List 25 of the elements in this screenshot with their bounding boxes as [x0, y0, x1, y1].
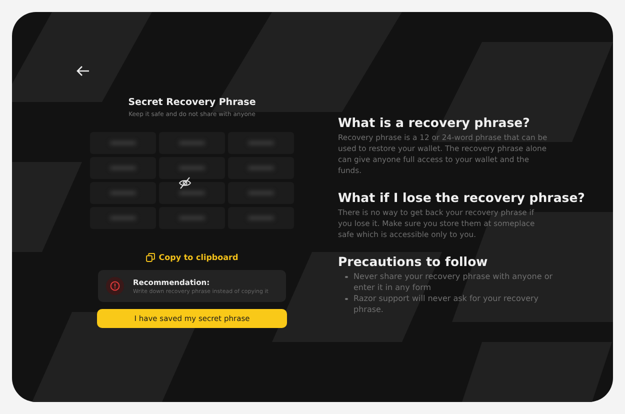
word-slot: [228, 132, 294, 154]
panel-title: Secret Recovery Phrase: [128, 97, 256, 108]
copy-icon: [146, 253, 155, 262]
back-button[interactable]: [76, 65, 90, 77]
bullet-icon: [345, 276, 348, 278]
word-slot: [90, 182, 156, 204]
word-slot: [90, 157, 156, 179]
word-slot: [90, 207, 156, 229]
section-heading: What is a recovery phrase?: [338, 115, 531, 130]
section-heading: What if I lose the recovery phrase?: [338, 190, 585, 205]
copy-button[interactable]: Copy to clipboard: [146, 253, 238, 262]
word-slot: [228, 182, 294, 204]
bullet-icon: [345, 298, 348, 300]
word-slot: [159, 182, 225, 204]
warning-icon: [106, 277, 124, 295]
word-slot: [159, 207, 225, 229]
hidden-eye-icon[interactable]: [178, 176, 192, 190]
word-slot: [159, 157, 225, 179]
word-slot: [90, 132, 156, 154]
bullet-text: Razor support will never ask for your recovery phrase.: [354, 293, 540, 315]
word-slot: [159, 132, 225, 154]
word-slot: [228, 157, 294, 179]
word-slot: [228, 207, 294, 229]
section-heading: Precautions to follow: [338, 254, 489, 269]
bullet-text: Never share your recovery phrase with anyone or enter it in any form: [354, 271, 554, 293]
